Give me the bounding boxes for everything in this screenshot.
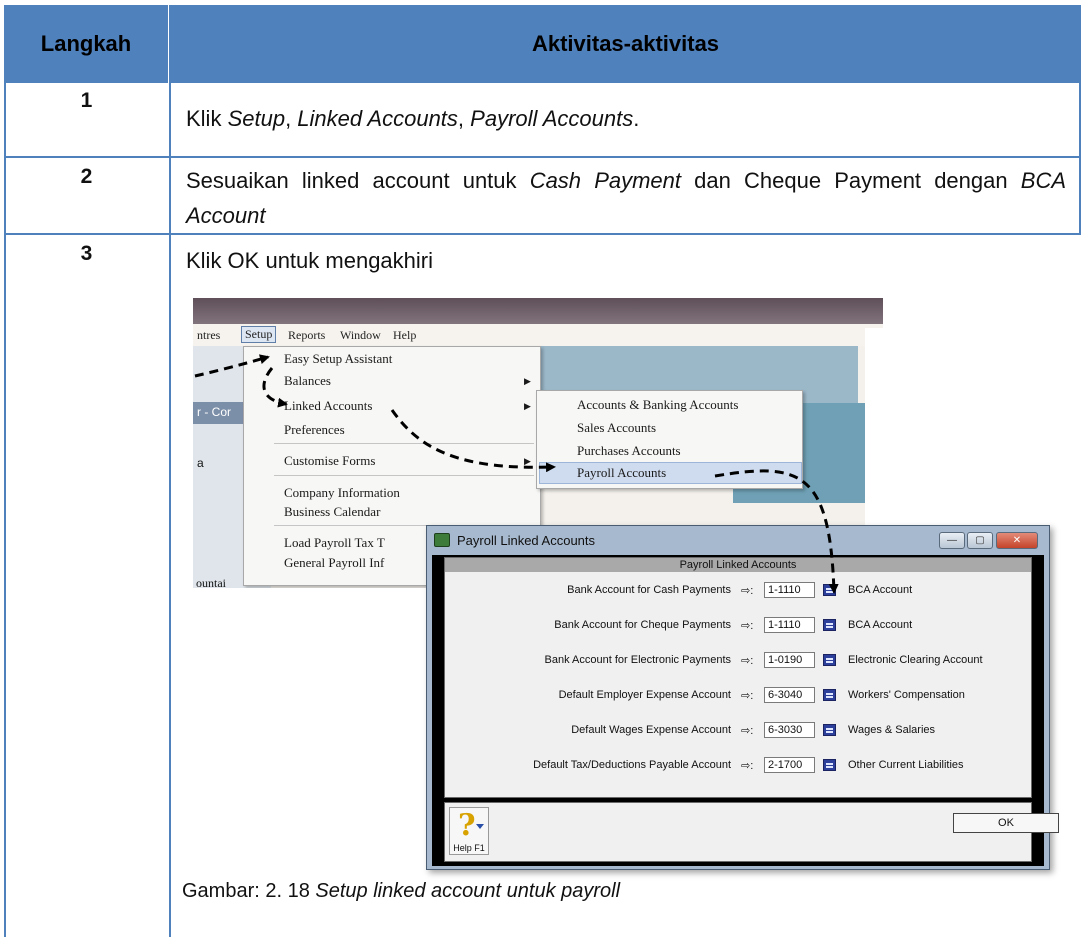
menu-item-linked-accounts[interactable]: Linked Accounts bbox=[284, 398, 372, 414]
help-button[interactable]: ? Help F1 bbox=[449, 807, 489, 855]
step-number-1: 1 bbox=[80, 89, 93, 112]
field-label: Bank Account for Electronic Payments bbox=[544, 654, 731, 666]
menu-item-easy-setup[interactable]: Easy Setup Assistant bbox=[284, 351, 392, 367]
row-divider-1 bbox=[4, 156, 1081, 158]
list-lookup-icon[interactable] bbox=[823, 724, 836, 736]
submenu-item-payroll[interactable]: Payroll Accounts bbox=[577, 465, 666, 481]
list-lookup-icon[interactable] bbox=[823, 619, 836, 631]
list-lookup-icon[interactable] bbox=[823, 584, 836, 596]
field-label: Default Employer Expense Account bbox=[558, 689, 731, 701]
list-lookup-icon[interactable] bbox=[823, 654, 836, 666]
menu-item-load-payroll-tax[interactable]: Load Payroll Tax T bbox=[284, 535, 385, 551]
maximize-button[interactable]: ▢ bbox=[967, 532, 993, 549]
submenu-arrow-icon: ▶ bbox=[524, 376, 531, 386]
menu-item-business-calendar[interactable]: Business Calendar bbox=[284, 504, 380, 520]
menu-bar: ntres Setup Reports Window Help bbox=[193, 324, 883, 346]
field-label: Default Wages Expense Account bbox=[571, 724, 731, 736]
step-text-2: Sesuaikan linked account untuk Cash Paym… bbox=[186, 168, 1067, 228]
menu-window[interactable]: Window bbox=[340, 328, 381, 343]
menu-item-general-payroll[interactable]: General Payroll Inf bbox=[284, 555, 384, 571]
field-label: Bank Account for Cash Payments bbox=[567, 584, 731, 596]
header-aktivitas: Aktivitas-aktivitas bbox=[531, 31, 720, 56]
submenu-item-sales[interactable]: Sales Accounts bbox=[577, 420, 656, 436]
account-code-input[interactable]: 1-1110 bbox=[764, 582, 815, 598]
menu-centres[interactable]: ntres bbox=[197, 328, 220, 343]
account-code-input[interactable]: 6-3040 bbox=[764, 687, 815, 703]
account-code-input[interactable]: 1-0190 bbox=[764, 652, 815, 668]
list-lookup-icon[interactable] bbox=[823, 689, 836, 701]
zoom-arrow-icon[interactable]: ⇨: bbox=[741, 584, 753, 597]
submenu-item-accounts-banking[interactable]: Accounts & Banking Accounts bbox=[577, 397, 738, 413]
zoom-arrow-icon[interactable]: ⇨: bbox=[741, 619, 753, 632]
menu-reports[interactable]: Reports bbox=[288, 328, 325, 343]
menu-item-customise-forms[interactable]: Customise Forms bbox=[284, 453, 375, 469]
account-name: Wages & Salaries bbox=[848, 724, 936, 736]
account-name: Electronic Clearing Account bbox=[848, 654, 983, 666]
account-code-input[interactable]: 2-1700 bbox=[764, 757, 815, 773]
payroll-linked-accounts-dialog: Payroll Linked Accounts — ▢ ✕ Payroll Li… bbox=[426, 525, 1059, 870]
submenu-item-purchases[interactable]: Purchases Accounts bbox=[577, 443, 681, 459]
close-button[interactable]: ✕ bbox=[996, 532, 1038, 549]
row-divider-2 bbox=[4, 233, 1081, 235]
zoom-arrow-icon[interactable]: ⇨: bbox=[741, 724, 753, 737]
table-border-right bbox=[1079, 83, 1081, 235]
field-label: Default Tax/Deductions Payable Account bbox=[533, 759, 731, 771]
menu-item-preferences[interactable]: Preferences bbox=[284, 422, 345, 438]
menu-item-balances[interactable]: Balances bbox=[284, 373, 331, 389]
menu-help[interactable]: Help bbox=[393, 328, 416, 343]
figure-caption: Gambar: 2. 18 Setup linked account untuk… bbox=[182, 880, 621, 902]
account-code-input[interactable]: 1-1110 bbox=[764, 617, 815, 633]
app-window-icon bbox=[434, 533, 450, 547]
torn-edge-bottom bbox=[193, 588, 433, 608]
table-border-left bbox=[4, 83, 6, 937]
step-text-1: Klik Setup, Linked Accounts, Payroll Acc… bbox=[186, 106, 640, 131]
help-icon: ? bbox=[458, 808, 476, 843]
account-name: Other Current Liabilities bbox=[848, 759, 964, 771]
menu-setup[interactable]: Setup bbox=[241, 326, 277, 343]
field-label: Bank Account for Cheque Payments bbox=[554, 619, 731, 631]
minimize-button[interactable]: — bbox=[939, 532, 965, 549]
submenu-arrow-icon: ▶ bbox=[524, 401, 531, 411]
panel-header: Payroll Linked Accounts bbox=[445, 558, 1031, 572]
dialog-title: Payroll Linked Accounts bbox=[457, 533, 596, 548]
ok-button[interactable]: OK bbox=[953, 813, 1059, 833]
zoom-arrow-icon[interactable]: ⇨: bbox=[741, 654, 753, 667]
account-name: Workers' Compensation bbox=[848, 689, 965, 701]
table-header: Langkah Aktivitas-aktivitas bbox=[4, 5, 1081, 83]
help-button-label: Help F1 bbox=[453, 843, 485, 853]
linked-accounts-submenu: Accounts & Banking Accounts Sales Accoun… bbox=[536, 390, 803, 489]
zoom-arrow-icon[interactable]: ⇨: bbox=[741, 689, 753, 702]
side-label: r - Cor bbox=[193, 402, 245, 424]
step-number-2: 2 bbox=[80, 165, 93, 188]
step-number-3: 3 bbox=[80, 242, 93, 265]
linked-accounts-panel: Payroll Linked Accounts Bank Account for… bbox=[444, 557, 1032, 798]
dialog-footer: ? Help F1 OK bbox=[444, 802, 1059, 862]
step-text-3: Klik OK untuk mengakhiri bbox=[186, 248, 433, 273]
dialog-titlebar: Payroll Linked Accounts — ▢ ✕ bbox=[427, 526, 1049, 554]
dialog-body: Payroll Linked Accounts Bank Account for… bbox=[432, 555, 1059, 866]
dropdown-caret-icon bbox=[476, 824, 484, 829]
header-langkah: Langkah bbox=[4, 5, 169, 83]
account-name: BCA Account bbox=[848, 584, 913, 596]
menu-item-company-information[interactable]: Company Information bbox=[284, 485, 400, 501]
submenu-arrow-icon: ▶ bbox=[524, 456, 531, 466]
table-border-mid bbox=[169, 83, 171, 937]
zoom-arrow-icon[interactable]: ⇨: bbox=[741, 759, 753, 772]
account-name: BCA Account bbox=[848, 619, 913, 631]
account-code-input[interactable]: 6-3030 bbox=[764, 722, 815, 738]
list-lookup-icon[interactable] bbox=[823, 759, 836, 771]
